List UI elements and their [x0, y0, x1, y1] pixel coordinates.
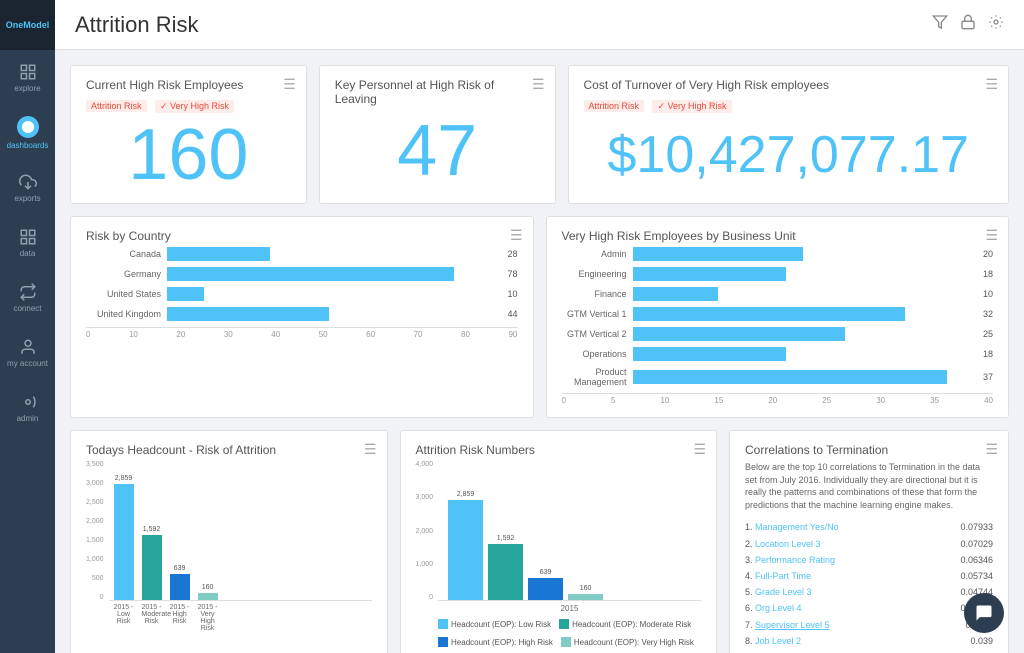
kpi-key-personnel-menu[interactable]: ☰ — [532, 76, 545, 93]
attrition-bar-very-high: 160 — [568, 585, 603, 600]
main-content: Attrition Risk Current High Risk Employe… — [55, 0, 1024, 653]
very-high-risk-bu-title: Very High Risk Employees by Business Uni… — [562, 229, 994, 243]
attrition-numbers-title: Attrition Risk Numbers — [416, 443, 702, 457]
sidebar-dashboards-label: dashboards — [7, 141, 49, 150]
bar-high-risk: 639 — [170, 565, 190, 600]
dashboard-content: Current High Risk Employees Attrition Ri… — [55, 50, 1024, 653]
headcount-x-labels: 2015 - Low Risk 2015 - Moderate Risk 201… — [109, 601, 372, 635]
corr-item-1: 1. Management Yes/No 0.07933 — [745, 519, 993, 535]
corr-item-7: 7. Supervisor Level 5 0.0393 — [745, 617, 993, 633]
headcount-title: Todays Headcount - Risk of Attrition — [86, 443, 372, 457]
risk-by-country-menu[interactable]: ☰ — [510, 227, 523, 244]
lock-icon[interactable] — [960, 14, 976, 35]
settings-icon[interactable] — [988, 14, 1004, 35]
kpi-high-risk-value: 160 — [128, 119, 248, 191]
header-actions — [932, 14, 1004, 35]
page-title: Attrition Risk — [75, 12, 198, 38]
attrition-y-axis: 4,0003,0002,0001,0000 — [416, 461, 439, 601]
bottom-charts-row: Todays Headcount - Risk of Attrition ☰ 3… — [70, 430, 1009, 653]
sidebar-item-dashboards[interactable]: dashboards — [0, 105, 55, 160]
correlations-menu[interactable]: ☰ — [985, 441, 998, 458]
sidebar-explore-label: explore — [14, 84, 40, 93]
risk-by-country-title: Risk by Country — [86, 229, 518, 243]
kpi-cost-menu[interactable]: ☰ — [985, 76, 998, 93]
kpi-high-risk: Current High Risk Employees Attrition Ri… — [70, 65, 307, 204]
sidebar-item-exports[interactable]: exports — [0, 160, 55, 215]
bar-engineering: Engineering 18 — [562, 267, 994, 281]
headcount-chart-wrap: 3,5003,0002,5002,0001,5001,0005000 2,859… — [86, 461, 372, 635]
kpi-row: Current High Risk Employees Attrition Ri… — [70, 65, 1009, 204]
bar-product-mgmt: Product Management 37 — [562, 367, 994, 387]
headcount-bars: 2,859 1,592 639 — [109, 461, 372, 601]
attrition-bar-high: 639 — [528, 569, 563, 600]
headcount-y-axis: 3,5003,0002,5002,0001,5001,0005000 — [86, 461, 109, 601]
bar-moderate-risk: 1,592 — [142, 526, 162, 600]
correlations-intro: Below are the top 10 correlations to Ter… — [745, 461, 993, 511]
bar-gtm2: GTM Vertical 2 25 — [562, 327, 994, 341]
sidebar: OneModel explore dashboards exports data… — [0, 0, 55, 653]
dashboards-icon — [17, 116, 39, 138]
kpi-high-risk-title: Current High Risk Employees — [86, 78, 291, 92]
app-logo: OneModel — [0, 0, 55, 50]
attrition-bar-moderate: 1,592 — [488, 535, 523, 600]
risk-by-country-card: Risk by Country ☰ Canada 28 Germany — [70, 216, 534, 418]
sidebar-item-my-account[interactable]: my account — [0, 325, 55, 380]
corr-item-3: 3. Performance Rating 0.06346 — [745, 552, 993, 568]
attrition-bar-low: 2,859 — [448, 491, 483, 600]
bar-united-states: United States 10 — [86, 287, 518, 301]
attrition-year: 2015 — [438, 604, 701, 613]
chat-button[interactable] — [964, 593, 1004, 633]
sidebar-connect-label: connect — [13, 304, 41, 313]
very-high-risk-bu-menu[interactable]: ☰ — [985, 227, 998, 244]
bar-very-high-risk: 160 — [198, 584, 218, 600]
bar-germany: Germany 78 — [86, 267, 518, 281]
charts-row-1: Risk by Country ☰ Canada 28 Germany — [70, 216, 1009, 418]
corr-item-6: 6. Org Level 4 0.04545 — [745, 600, 993, 616]
kpi-high-risk-subtitle: Attrition Risk ✓ Very High Risk — [86, 96, 291, 114]
attrition-numbers-menu[interactable]: ☰ — [693, 441, 706, 458]
kpi-cost-title: Cost of Turnover of Very High Risk emplo… — [584, 78, 994, 92]
sidebar-item-admin[interactable]: admin — [0, 380, 55, 435]
bar-united-kingdom: United Kingdom 44 — [86, 307, 518, 321]
attrition-legend: Headcount (EOP): Low Risk Headcount (EOP… — [438, 619, 701, 647]
attrition-chart-wrap: 4,0003,0002,0001,0000 2,859 1,592 — [416, 461, 702, 647]
corr-item-9: 9. Grade Level 2 0.03674 — [745, 649, 993, 653]
kpi-key-personnel-value: 47 — [397, 115, 477, 187]
correlations-title: Correlations to Termination — [745, 443, 993, 457]
corr-item-2: 2. Location Level 3 0.07029 — [745, 536, 993, 552]
corr-item-5: 5. Grade Level 3 0.04744 — [745, 584, 993, 600]
headcount-menu[interactable]: ☰ — [364, 441, 377, 458]
attrition-numbers-card: Attrition Risk Numbers ☰ 4,0003,0002,000… — [400, 430, 718, 653]
kpi-high-risk-menu[interactable]: ☰ — [283, 76, 296, 93]
bar-low-risk: 2,859 — [114, 475, 134, 600]
sidebar-item-connect[interactable]: connect — [0, 270, 55, 325]
headcount-card: Todays Headcount - Risk of Attrition ☰ 3… — [70, 430, 388, 653]
corr-item-8: 8. Job Level 2 0.039 — [745, 633, 993, 649]
bar-gtm1: GTM Vertical 1 32 — [562, 307, 994, 321]
sidebar-data-label: data — [20, 249, 36, 258]
kpi-cost-subtitle: Attrition Risk ✓ Very High Risk — [584, 96, 994, 114]
bar-operations: Operations 18 — [562, 347, 994, 361]
sidebar-item-explore[interactable]: explore — [0, 50, 55, 105]
sidebar-myaccount-label: my account — [7, 359, 48, 368]
corr-item-4: 4. Full-Part Time 0.05734 — [745, 568, 993, 584]
kpi-cost-turnover: Cost of Turnover of Very High Risk emplo… — [568, 65, 1010, 204]
sidebar-admin-label: admin — [17, 414, 39, 423]
attrition-bars: 2,859 1,592 639 — [438, 461, 701, 601]
very-high-risk-bu-card: Very High Risk Employees by Business Uni… — [546, 216, 1010, 418]
filter-icon[interactable] — [932, 14, 948, 35]
bar-admin: Admin 20 — [562, 247, 994, 261]
kpi-cost-value: $10,427,077.17 — [608, 129, 969, 181]
sidebar-item-data[interactable]: data — [0, 215, 55, 270]
sidebar-exports-label: exports — [14, 194, 40, 203]
correlations-list: 1. Management Yes/No 0.07933 2. Location… — [745, 519, 993, 653]
page-header: Attrition Risk — [55, 0, 1024, 50]
risk-by-country-chart: Canada 28 Germany 78 Unite — [86, 247, 518, 339]
bar-finance: Finance 10 — [562, 287, 994, 301]
bar-canada: Canada 28 — [86, 247, 518, 261]
kpi-key-personnel-title: Key Personnel at High Risk of Leaving — [335, 78, 540, 106]
very-high-risk-bu-chart: Admin 20 Engineering 18 Fi — [562, 247, 994, 405]
kpi-key-personnel: Key Personnel at High Risk of Leaving 47… — [319, 65, 556, 204]
